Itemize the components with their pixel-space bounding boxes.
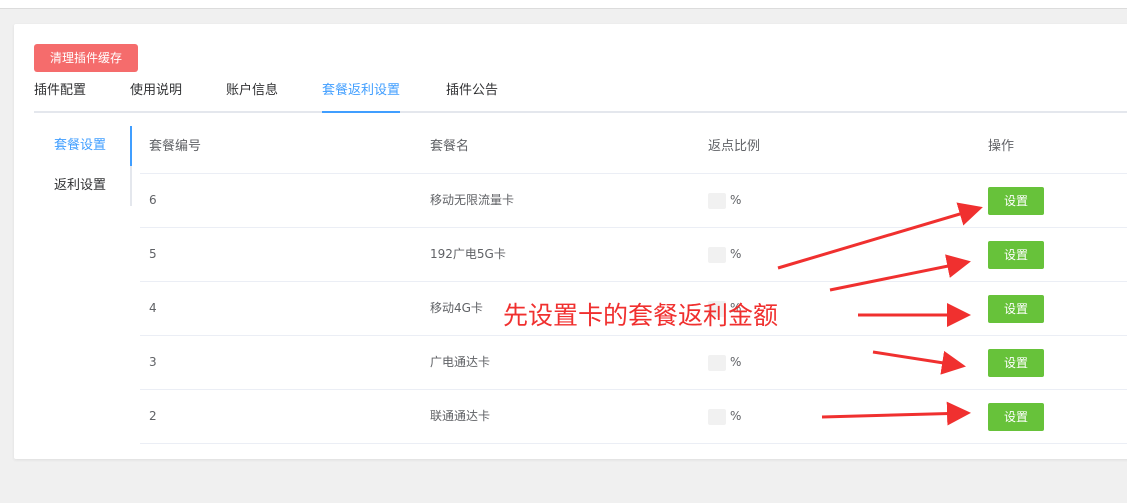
ratio-unit: %: [730, 247, 742, 261]
rebate-ratio: %: [708, 390, 741, 443]
rebate-ratio: %: [708, 174, 741, 227]
package-id: 6: [149, 193, 157, 207]
side-menu-active-indicator: [130, 126, 132, 166]
package-name: 联通通达卡: [430, 409, 491, 423]
tab-plugin-config[interactable]: 插件配置: [34, 80, 86, 109]
package-id: 2: [149, 409, 157, 423]
ratio-unit: %: [730, 355, 742, 369]
side-item-package-settings[interactable]: 套餐设置: [54, 126, 130, 166]
set-button[interactable]: 设置: [988, 403, 1044, 431]
package-id: 4: [149, 301, 157, 315]
ratio-unit: %: [730, 409, 742, 423]
ratio-unit: %: [730, 193, 742, 207]
package-name: 广电通达卡: [430, 355, 491, 369]
set-button[interactable]: 设置: [988, 295, 1044, 323]
settings-tabs: 插件配置 使用说明 账户信息 套餐返利设置 插件公告: [34, 80, 1127, 113]
redacted-value: [708, 408, 726, 425]
set-button[interactable]: 设置: [988, 349, 1044, 377]
header-actions: 操作: [988, 139, 1015, 154]
redacted-value: [708, 354, 726, 371]
set-button[interactable]: 设置: [988, 187, 1044, 215]
annotation-text: 先设置卡的套餐返利金额: [503, 301, 779, 330]
table-row: 2 联通通达卡 % 设置: [140, 390, 1127, 444]
package-name: 移动4G卡: [430, 301, 483, 315]
table-row: 3 广电通达卡 % 设置: [140, 336, 1127, 390]
tab-account-info[interactable]: 账户信息: [226, 80, 278, 109]
redacted-value: [708, 192, 726, 209]
table-header: 套餐编号 套餐名 返点比例 操作: [140, 121, 1127, 174]
package-name: 移动无限流量卡: [430, 193, 515, 207]
package-table: 套餐编号 套餐名 返点比例 操作 6 移动无限流量卡 % 设置 5 192广电5…: [140, 121, 1127, 444]
header-package-name: 套餐名: [430, 139, 470, 154]
header-rebate-ratio: 返点比例: [708, 139, 761, 154]
redacted-value: [708, 246, 726, 263]
side-menu: 套餐设置 返利设置: [54, 126, 132, 206]
plugin-settings-card: 清理插件缓存 插件配置 使用说明 账户信息 套餐返利设置 插件公告 套餐设置 返…: [14, 24, 1127, 459]
tab-usage-guide[interactable]: 使用说明: [130, 80, 182, 109]
tab-package-rebate-settings[interactable]: 套餐返利设置: [322, 80, 401, 113]
rebate-ratio: %: [708, 336, 741, 389]
tab-plugin-notice[interactable]: 插件公告: [446, 80, 498, 109]
side-item-rebate-settings[interactable]: 返利设置: [54, 166, 130, 206]
clear-plugin-cache-button[interactable]: 清理插件缓存: [34, 44, 138, 72]
package-id: 5: [149, 247, 157, 261]
package-id: 3: [149, 355, 157, 369]
package-name: 192广电5G卡: [430, 247, 506, 261]
set-button[interactable]: 设置: [988, 241, 1044, 269]
browser-top-bar: [0, 0, 1127, 9]
rebate-ratio: %: [708, 228, 741, 281]
table-row: 6 移动无限流量卡 % 设置: [140, 174, 1127, 228]
header-package-id: 套餐编号: [149, 139, 202, 154]
table-row: 5 192广电5G卡 % 设置: [140, 228, 1127, 282]
